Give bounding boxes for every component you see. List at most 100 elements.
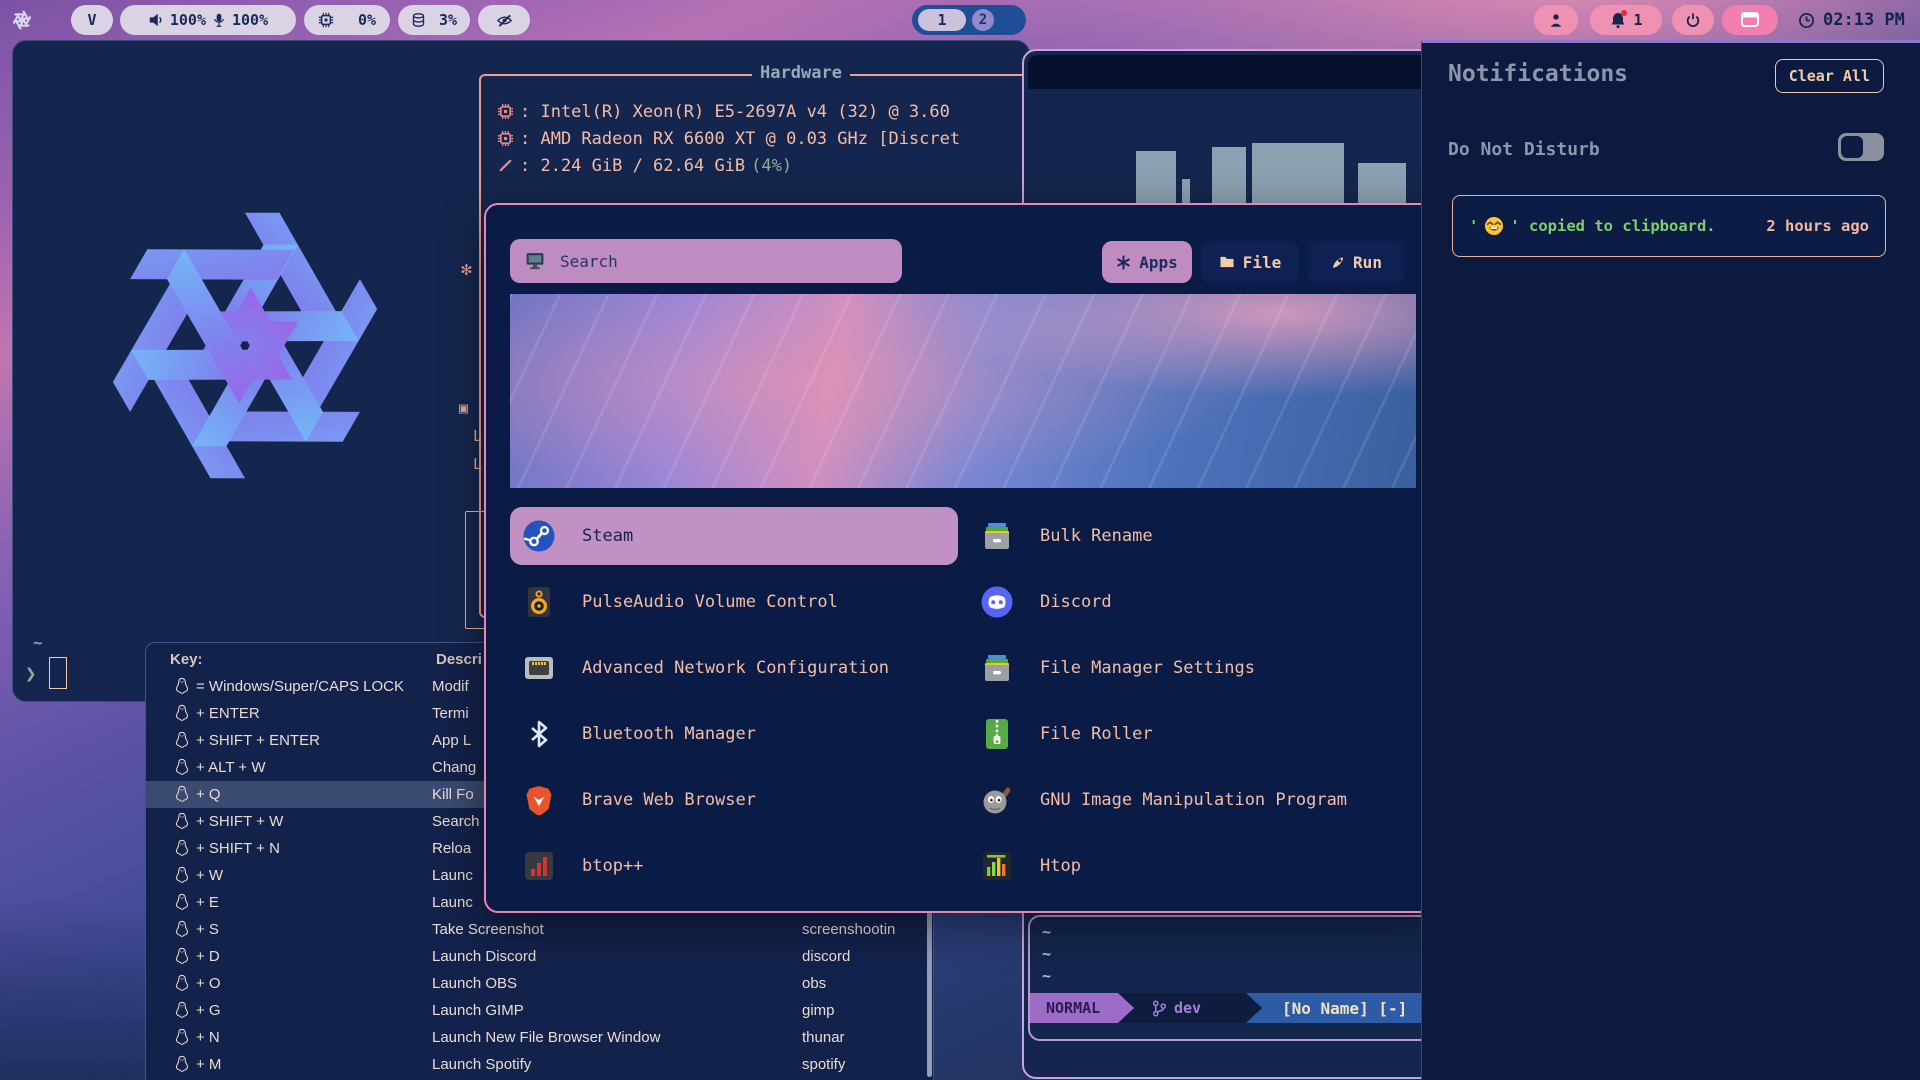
notification-quote-open: ' xyxy=(1469,217,1478,235)
notifications-widget[interactable]: 1 xyxy=(1590,5,1662,35)
file-cabinet-icon xyxy=(980,519,1014,553)
steam-icon xyxy=(522,519,556,553)
audio-widget[interactable]: 100% 100% xyxy=(120,5,296,35)
git-branch-icon xyxy=(1152,999,1167,1018)
tux-icon xyxy=(174,839,190,858)
tux-icon xyxy=(174,785,190,804)
dnd-label: Do Not Disturb xyxy=(1448,139,1600,160)
hardware-memory-line: : 2.24 GiB / 62.64 GiB (4%) xyxy=(497,152,792,179)
vim-tilde: ~ xyxy=(1042,945,1051,963)
notification-item[interactable]: ' ' copied to clipboard. 2 hours ago xyxy=(1452,195,1886,257)
power-button[interactable] xyxy=(1672,5,1714,35)
memory-value: 3% xyxy=(439,11,457,29)
laughing-emoji-icon xyxy=(1484,216,1504,236)
tux-icon xyxy=(174,974,190,993)
dnd-toggle[interactable] xyxy=(1838,133,1884,161)
launcher-button-label: V xyxy=(87,11,96,29)
keybinds-key-header: Key: xyxy=(170,651,203,668)
hardware-gpu-line: : AMD Radeon RX 6600 XT @ 0.03 GHz [Disc… xyxy=(497,125,960,152)
app-item-btop[interactable]: btop++ xyxy=(510,837,958,895)
tux-icon xyxy=(174,1028,190,1047)
clock-widget[interactable]: 02:13 PM xyxy=(1798,5,1905,35)
cpu-chip-icon xyxy=(497,103,514,120)
app-item-bluetooth-manager[interactable]: Bluetooth Manager xyxy=(510,705,958,763)
microphone-icon xyxy=(212,12,226,28)
window-icon xyxy=(1740,11,1760,29)
discord-icon xyxy=(980,585,1014,619)
run-rocket-icon xyxy=(1330,255,1345,270)
app-item-gimp[interactable]: GNU Image Manipulation Program xyxy=(968,771,1416,829)
hardware-box-title: Hardware xyxy=(481,63,1030,83)
file-cabinet-icon xyxy=(980,651,1014,685)
screenshot-widget[interactable] xyxy=(1722,5,1778,35)
tab-run-label: Run xyxy=(1353,253,1382,272)
idle-inhibitor-toggle[interactable] xyxy=(478,5,530,35)
workspace-2[interactable]: 2 xyxy=(972,9,994,31)
vim-branch-name: dev xyxy=(1174,999,1201,1017)
clock-icon xyxy=(1798,12,1815,29)
workspace-1[interactable]: 1 xyxy=(918,9,966,31)
tray-person-widget[interactable] xyxy=(1534,5,1578,35)
vim-git-segment: dev xyxy=(1118,993,1262,1023)
memory-widget[interactable]: 3% xyxy=(398,5,470,35)
nixos-snowflake-logo xyxy=(65,173,425,518)
tux-icon xyxy=(174,677,190,696)
cpu-widget[interactable]: 0% xyxy=(304,5,390,35)
pulseaudio-icon xyxy=(522,585,556,619)
wallpaper-preview xyxy=(510,294,1416,488)
clock-value: 02:13 PM xyxy=(1823,10,1905,30)
tux-icon xyxy=(174,866,190,885)
tux-icon xyxy=(174,731,190,750)
keybind-row: + GLaunch GIMPgimp xyxy=(146,997,926,1024)
eye-slash-icon xyxy=(496,12,513,29)
notification-panel: Notifications Clear All Do Not Disturb '… xyxy=(1421,40,1920,1080)
app-item-bulk-rename[interactable]: Bulk Rename xyxy=(968,507,1416,565)
search-bar[interactable] xyxy=(510,239,902,283)
clear-all-button[interactable]: Clear All xyxy=(1775,59,1884,93)
workspace-1-label: 1 xyxy=(937,11,946,29)
app-item-htop[interactable]: Htop xyxy=(968,837,1416,895)
dnd-toggle-knob xyxy=(1841,136,1863,158)
person-icon xyxy=(1548,12,1564,29)
app-results-grid: Steam PulseAudio Volume Control Advanced… xyxy=(510,507,1416,895)
tab-apps[interactable]: Apps xyxy=(1102,241,1192,283)
search-input[interactable] xyxy=(558,251,888,272)
notification-time: 2 hours ago xyxy=(1766,217,1869,235)
fetch-wm-icon: ▣ xyxy=(459,399,468,417)
notification-message: ' copied to clipboard. xyxy=(1510,217,1715,235)
tux-icon xyxy=(174,758,190,777)
notification-count: 1 xyxy=(1633,11,1642,29)
app-item-brave[interactable]: Brave Web Browser xyxy=(510,771,958,829)
brave-icon xyxy=(522,783,556,817)
launcher-button[interactable]: V xyxy=(71,5,113,35)
app-item-pulseaudio[interactable]: PulseAudio Volume Control xyxy=(510,573,958,631)
btop-icon xyxy=(522,849,556,883)
bell-icon xyxy=(1609,11,1627,29)
app-item-network-config[interactable]: Advanced Network Configuration xyxy=(510,639,958,697)
nixos-logo-icon[interactable] xyxy=(10,8,34,32)
tux-icon xyxy=(174,1055,190,1074)
htop-icon xyxy=(980,849,1014,883)
bluetooth-icon xyxy=(522,717,556,751)
app-launcher-window: Apps File Run Steam PulseAudio Volume Co… xyxy=(484,203,1438,913)
keybind-row: + DLaunch Discorddiscord xyxy=(146,943,926,970)
app-item-file-roller[interactable]: File Roller xyxy=(968,705,1416,763)
shell-cursor[interactable] xyxy=(49,657,67,689)
app-item-file-manager-settings[interactable]: File Manager Settings xyxy=(968,639,1416,697)
speaker-icon xyxy=(148,12,164,28)
keybind-row: + STake Screenshotscreenshootin xyxy=(146,916,926,943)
tux-icon xyxy=(174,1001,190,1020)
app-item-discord[interactable]: Discord xyxy=(968,573,1416,631)
keybind-row: + MLaunch Spotifyspotify xyxy=(146,1051,926,1078)
vim-tilde: ~ xyxy=(1042,923,1051,941)
tab-file[interactable]: File xyxy=(1201,241,1299,283)
gpu-chip-icon xyxy=(497,130,514,147)
memory-percent: (4%) xyxy=(751,156,792,176)
app-item-steam[interactable]: Steam xyxy=(510,507,958,565)
tab-apps-label: Apps xyxy=(1139,253,1178,272)
tux-icon xyxy=(174,920,190,939)
tab-run[interactable]: Run xyxy=(1308,241,1404,283)
power-icon xyxy=(1685,12,1701,28)
memory-icon xyxy=(411,12,426,28)
cpu-value: 0% xyxy=(358,11,376,29)
